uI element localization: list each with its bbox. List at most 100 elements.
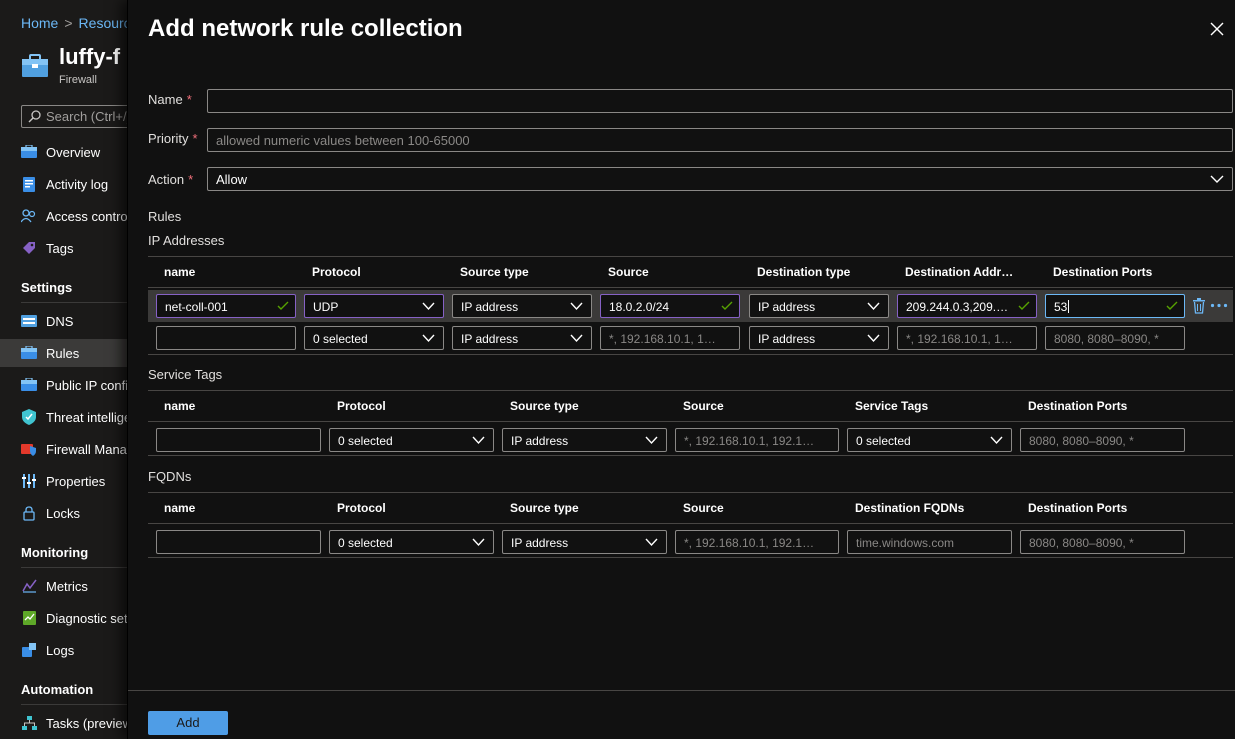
fqdn-rule-name-input[interactable]	[156, 530, 321, 554]
fqdns-heading: FQDNs	[148, 469, 192, 484]
lock-icon	[21, 505, 37, 521]
valid-check-icon	[721, 301, 733, 310]
ip-rule-protocol-dropdown-empty[interactable]: 0 selected	[304, 326, 444, 350]
ip-rule-destination-address-input-empty[interactable]: *, 192.168.10.1, 192…	[897, 326, 1037, 350]
service-tags-heading: Service Tags	[148, 367, 223, 382]
service-tag-rule-source-input[interactable]: *, 192.168.10.1, 192.168…	[675, 428, 839, 452]
valid-check-icon	[277, 301, 289, 310]
nav-item-label: Tasks (preview)	[46, 715, 130, 731]
nav-item-label: Overview	[46, 144, 101, 160]
resource-subtitle: Firewall	[59, 74, 97, 86]
ip-rule-destination-ports-input[interactable]: 53	[1045, 294, 1185, 318]
ip-rule-protocol-dropdown[interactable]: UDP	[304, 294, 444, 318]
nav-item-dns[interactable]: DNS	[0, 307, 130, 335]
column-header-name: name	[164, 501, 196, 515]
action-dropdown[interactable]: Allow	[207, 167, 1233, 191]
search-icon	[28, 110, 41, 123]
nav-item-locks[interactable]: Locks	[0, 499, 130, 527]
nav-item-tasks[interactable]: Tasks (preview)	[0, 709, 130, 737]
column-header-name: name	[164, 265, 196, 279]
nav-item-label: Activity log	[46, 176, 109, 192]
column-header-source: Source	[608, 265, 649, 279]
more-options-icon[interactable]	[1210, 303, 1228, 308]
column-header-destination-fqdns: Destination FQDNs	[855, 501, 965, 515]
rules-heading: Rules	[148, 209, 182, 224]
column-header-source-type: Source type	[510, 399, 579, 413]
service-tag-rule-service-tags-dropdown[interactable]: 0 selected	[847, 428, 1012, 452]
ip-rule-name-input-empty[interactable]	[156, 326, 296, 350]
name-label: Name *	[148, 92, 192, 107]
fqdn-rule-destination-ports-input[interactable]: 8080, 8080–8090, *	[1020, 530, 1185, 554]
diagnostic-icon	[21, 610, 37, 626]
nav-item-rules[interactable]: Rules	[0, 339, 130, 367]
ip-rule-source-input-empty[interactable]: *, 192.168.10.1, 192…	[600, 326, 740, 350]
nav-item-metrics[interactable]: Metrics	[0, 572, 130, 600]
nav-item-label: Firewall Manager	[46, 441, 130, 457]
nav-item-access-control[interactable]: Access control (IAM)	[0, 202, 130, 230]
name-input[interactable]	[207, 89, 1233, 113]
ip-rule-name-input[interactable]: net-coll-001	[156, 294, 296, 318]
nav-item-tags[interactable]: Tags	[0, 234, 130, 262]
firewall-manager-icon	[21, 441, 37, 457]
breadcrumb: Home > Resource	[21, 15, 138, 31]
column-header-name: name	[164, 399, 196, 413]
properties-icon	[21, 473, 37, 489]
nav-divider	[21, 704, 130, 705]
footer-divider	[128, 690, 1235, 691]
blade-title: Add network rule collection	[148, 15, 463, 42]
column-header-destination-type: Destination type	[757, 265, 851, 279]
nav-item-label: Tags	[46, 240, 74, 256]
close-icon[interactable]	[1208, 20, 1226, 38]
logs-icon	[21, 642, 37, 658]
priority-label: Priority *	[148, 131, 198, 146]
nav-item-label: Public IP configuration	[46, 377, 130, 393]
add-button[interactable]: Add	[148, 711, 228, 735]
ip-rule-source-type-dropdown[interactable]: IP address	[452, 294, 592, 318]
chevron-down-icon	[645, 436, 658, 445]
ip-rule-source-input[interactable]: 18.0.2.0/24	[600, 294, 740, 318]
delete-icon[interactable]	[1192, 298, 1206, 314]
ip-rule-destination-ports-input-empty[interactable]: 8080, 8080–8090, *	[1045, 326, 1185, 350]
nav-item-properties[interactable]: Properties	[0, 467, 130, 495]
priority-input[interactable]: allowed numeric values between 100-65000	[207, 128, 1233, 152]
service-tag-rule-name-input[interactable]	[156, 428, 321, 452]
nav-item-firewall-manager[interactable]: Firewall Manager	[0, 435, 130, 463]
fqdn-rule-source-type-dropdown[interactable]: IP address	[502, 530, 667, 554]
nav-item-public-ip[interactable]: Public IP configuration	[0, 371, 130, 399]
nav-divider	[21, 567, 130, 568]
rules-icon	[21, 345, 37, 361]
breadcrumb-home[interactable]: Home	[21, 15, 58, 31]
chevron-down-icon	[472, 538, 485, 547]
nav-item-threat-intelligence[interactable]: Threat intelligence	[0, 403, 130, 431]
ip-rule-source-type-dropdown-empty[interactable]: IP address	[452, 326, 592, 350]
access-control-icon	[21, 208, 37, 224]
column-header-destination-ports: Destination Ports	[1028, 399, 1128, 413]
nav-item-activity-log[interactable]: Activity log	[0, 170, 130, 198]
table-top-border	[148, 256, 1233, 257]
column-header-destination-address: Destination Addr…	[905, 265, 1014, 279]
nav-item-label: Diagnostic settings	[46, 610, 130, 626]
column-header-protocol: Protocol	[337, 501, 386, 515]
threat-intel-icon	[21, 409, 37, 425]
dns-icon	[21, 313, 37, 329]
tag-icon	[21, 240, 37, 256]
service-tag-rule-protocol-dropdown[interactable]: 0 selected	[329, 428, 494, 452]
breadcrumb-separator: >	[64, 15, 73, 31]
ip-rule-destination-type-dropdown[interactable]: IP address	[749, 294, 889, 318]
ip-rule-destination-address-input[interactable]: 209.244.0.3,209.2…	[897, 294, 1037, 318]
service-tag-rule-source-type-dropdown[interactable]: IP address	[502, 428, 667, 452]
column-header-protocol: Protocol	[337, 399, 386, 413]
action-label: Action *	[148, 172, 194, 187]
chevron-down-icon	[990, 436, 1003, 445]
nav-search-placeholder: Search (Ctrl+/)	[46, 109, 131, 124]
nav-item-overview[interactable]: Overview	[0, 138, 130, 166]
ip-rule-destination-type-dropdown-empty[interactable]: IP address	[749, 326, 889, 350]
column-header-source: Source	[683, 501, 724, 515]
fqdn-rule-destination-fqdns-input[interactable]: time.windows.com	[847, 530, 1012, 554]
fqdn-rule-protocol-dropdown[interactable]: 0 selected	[329, 530, 494, 554]
nav-item-diagnostic-settings[interactable]: Diagnostic settings	[0, 604, 130, 632]
fqdn-rule-source-input[interactable]: *, 192.168.10.1, 192.168…	[675, 530, 839, 554]
service-tag-rule-destination-ports-input[interactable]: 8080, 8080–8090, *	[1020, 428, 1185, 452]
nav-item-label: DNS	[46, 313, 74, 329]
nav-item-logs[interactable]: Logs	[0, 636, 130, 664]
